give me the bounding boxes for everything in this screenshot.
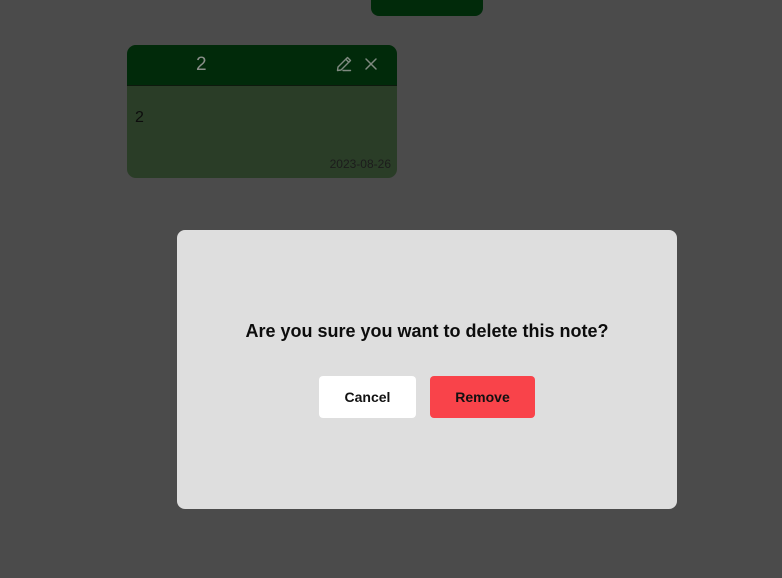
- close-icon[interactable]: [361, 54, 381, 74]
- cancel-button[interactable]: Cancel: [319, 376, 416, 418]
- delete-confirm-dialog: Are you sure you want to delete this not…: [177, 230, 677, 509]
- pencil-icon[interactable]: [334, 54, 354, 74]
- note-title: 2: [196, 54, 207, 75]
- remove-button[interactable]: Remove: [430, 376, 535, 418]
- note-date: 2023-08-26: [329, 157, 391, 171]
- notes-board: 2 2 2023-08-26 Are you sure you want to …: [0, 0, 782, 578]
- dialog-question: Are you sure you want to delete this not…: [245, 321, 609, 341]
- note-header: 2: [127, 45, 397, 86]
- note-card-partial[interactable]: [371, 0, 483, 16]
- note-card[interactable]: 2 2 2023-08-26: [127, 45, 397, 178]
- note-body-text: 2: [135, 109, 144, 126]
